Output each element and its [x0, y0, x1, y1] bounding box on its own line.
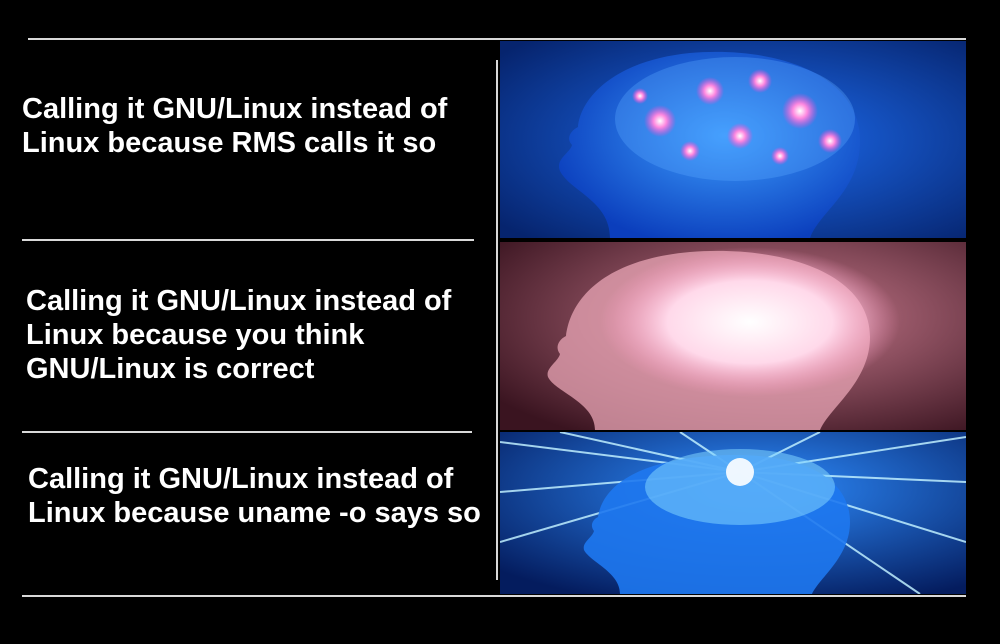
caption-2: Calling it GNU/Linux instead of Linux be… [26, 285, 452, 385]
brain-image-3 [500, 432, 966, 594]
column-divider [496, 60, 498, 580]
brain-image-1 [500, 41, 966, 238]
divider-1 [22, 239, 474, 241]
divider-2 [22, 431, 472, 433]
bottom-divider [22, 595, 966, 597]
caption-1: Calling it GNU/Linux instead of Linux be… [22, 93, 448, 159]
top-divider [28, 38, 966, 40]
brain-image-2 [500, 242, 966, 430]
caption-3: Calling it GNU/Linux instead of Linux be… [28, 463, 481, 529]
